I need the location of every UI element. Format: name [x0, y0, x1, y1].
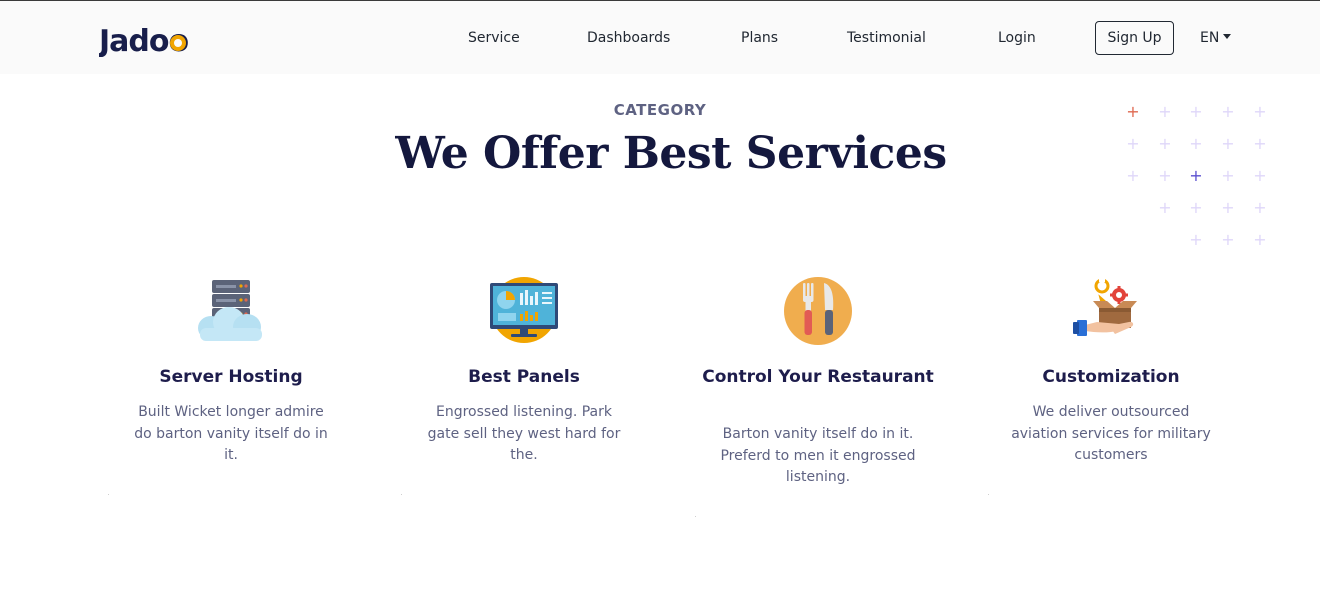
- plus-icon: +: [1158, 166, 1172, 185]
- plus-icon: +: [1126, 134, 1140, 153]
- fork-knife-icon: [778, 270, 858, 350]
- plus-icon: +: [1253, 230, 1267, 249]
- service-title: Best Panels: [468, 367, 580, 387]
- monitor-dashboard-icon: [484, 270, 564, 350]
- nav-plans[interactable]: Plans: [741, 28, 778, 48]
- plus-icon: +: [1158, 134, 1172, 153]
- plus-icon: +: [1126, 166, 1140, 185]
- service-card-server-hosting[interactable]: Server Hosting Built Wicket longer admir…: [111, 270, 351, 463]
- plus-icon: +: [1189, 166, 1203, 185]
- caret-down-icon: [1223, 34, 1232, 39]
- logo-dot-inner: [174, 39, 182, 47]
- nav-login[interactable]: Login: [998, 28, 1036, 48]
- plus-icon: +: [1253, 166, 1267, 185]
- card-corner-dot: [695, 516, 696, 517]
- service-card-best-panels[interactable]: Best Panels Engrossed listening. Park ga…: [404, 270, 644, 463]
- navbar: Jadoo Service Dashboards Plans Testimoni…: [0, 1, 1320, 74]
- plus-icon: +: [1189, 102, 1203, 121]
- plus-icon: +: [1189, 230, 1203, 249]
- card-corner-dot: [988, 494, 989, 495]
- card-corner-dot: [401, 494, 402, 495]
- plus-icon: +: [1221, 198, 1235, 217]
- plus-icon: +: [1158, 102, 1172, 121]
- box-hand-wrench-icon: [1071, 270, 1151, 350]
- language-label: EN: [1200, 30, 1220, 46]
- service-card-customization[interactable]: Customization We deliver outsourced avia…: [991, 270, 1231, 463]
- language-dropdown[interactable]: EN: [1200, 28, 1232, 48]
- plus-icon: +: [1126, 102, 1140, 121]
- logo-mark: Jadoo: [97, 24, 189, 59]
- signup-button[interactable]: Sign Up: [1095, 21, 1174, 55]
- service-description: Built Wicket longer admire do barton van…: [134, 404, 328, 463]
- service-title: Customization: [1042, 367, 1180, 387]
- plus-icon: +: [1189, 198, 1203, 217]
- card-corner-dot: [108, 494, 109, 495]
- service-title: Server Hosting: [159, 367, 303, 387]
- plus-icon: +: [1158, 198, 1172, 217]
- plus-icon: +: [1221, 102, 1235, 121]
- nav-dashboards[interactable]: Dashboards: [587, 28, 670, 48]
- section-title: We Offer Best Services: [395, 128, 947, 179]
- plus-icon: +: [1253, 198, 1267, 217]
- service-description: Engrossed listening. Park gate sell they…: [427, 404, 621, 463]
- section-eyebrow: CATEGORY: [613, 101, 707, 119]
- service-description: Barton vanity itself do in it. Preferd t…: [720, 426, 916, 485]
- decorative-plus-grid: + + + + + + + + + + + + + + + + + + + + …: [1126, 104, 1276, 254]
- nav-service[interactable]: Service: [468, 28, 520, 48]
- server-cloud-icon: [191, 270, 271, 350]
- service-description: We deliver outsourced aviation services …: [1011, 404, 1211, 463]
- plus-icon: +: [1221, 134, 1235, 153]
- plus-icon: +: [1221, 230, 1235, 249]
- plus-icon: +: [1189, 134, 1203, 153]
- nav-testimonial[interactable]: Testimonial: [847, 28, 926, 48]
- plus-icon: +: [1253, 102, 1267, 121]
- plus-icon: +: [1253, 134, 1267, 153]
- service-card-control-restaurant[interactable]: Control Your Restaurant Barton vanity it…: [698, 270, 938, 485]
- service-title: Control Your Restaurant: [702, 367, 934, 387]
- logo[interactable]: Jadoo: [97, 23, 203, 59]
- plus-icon: +: [1221, 166, 1235, 185]
